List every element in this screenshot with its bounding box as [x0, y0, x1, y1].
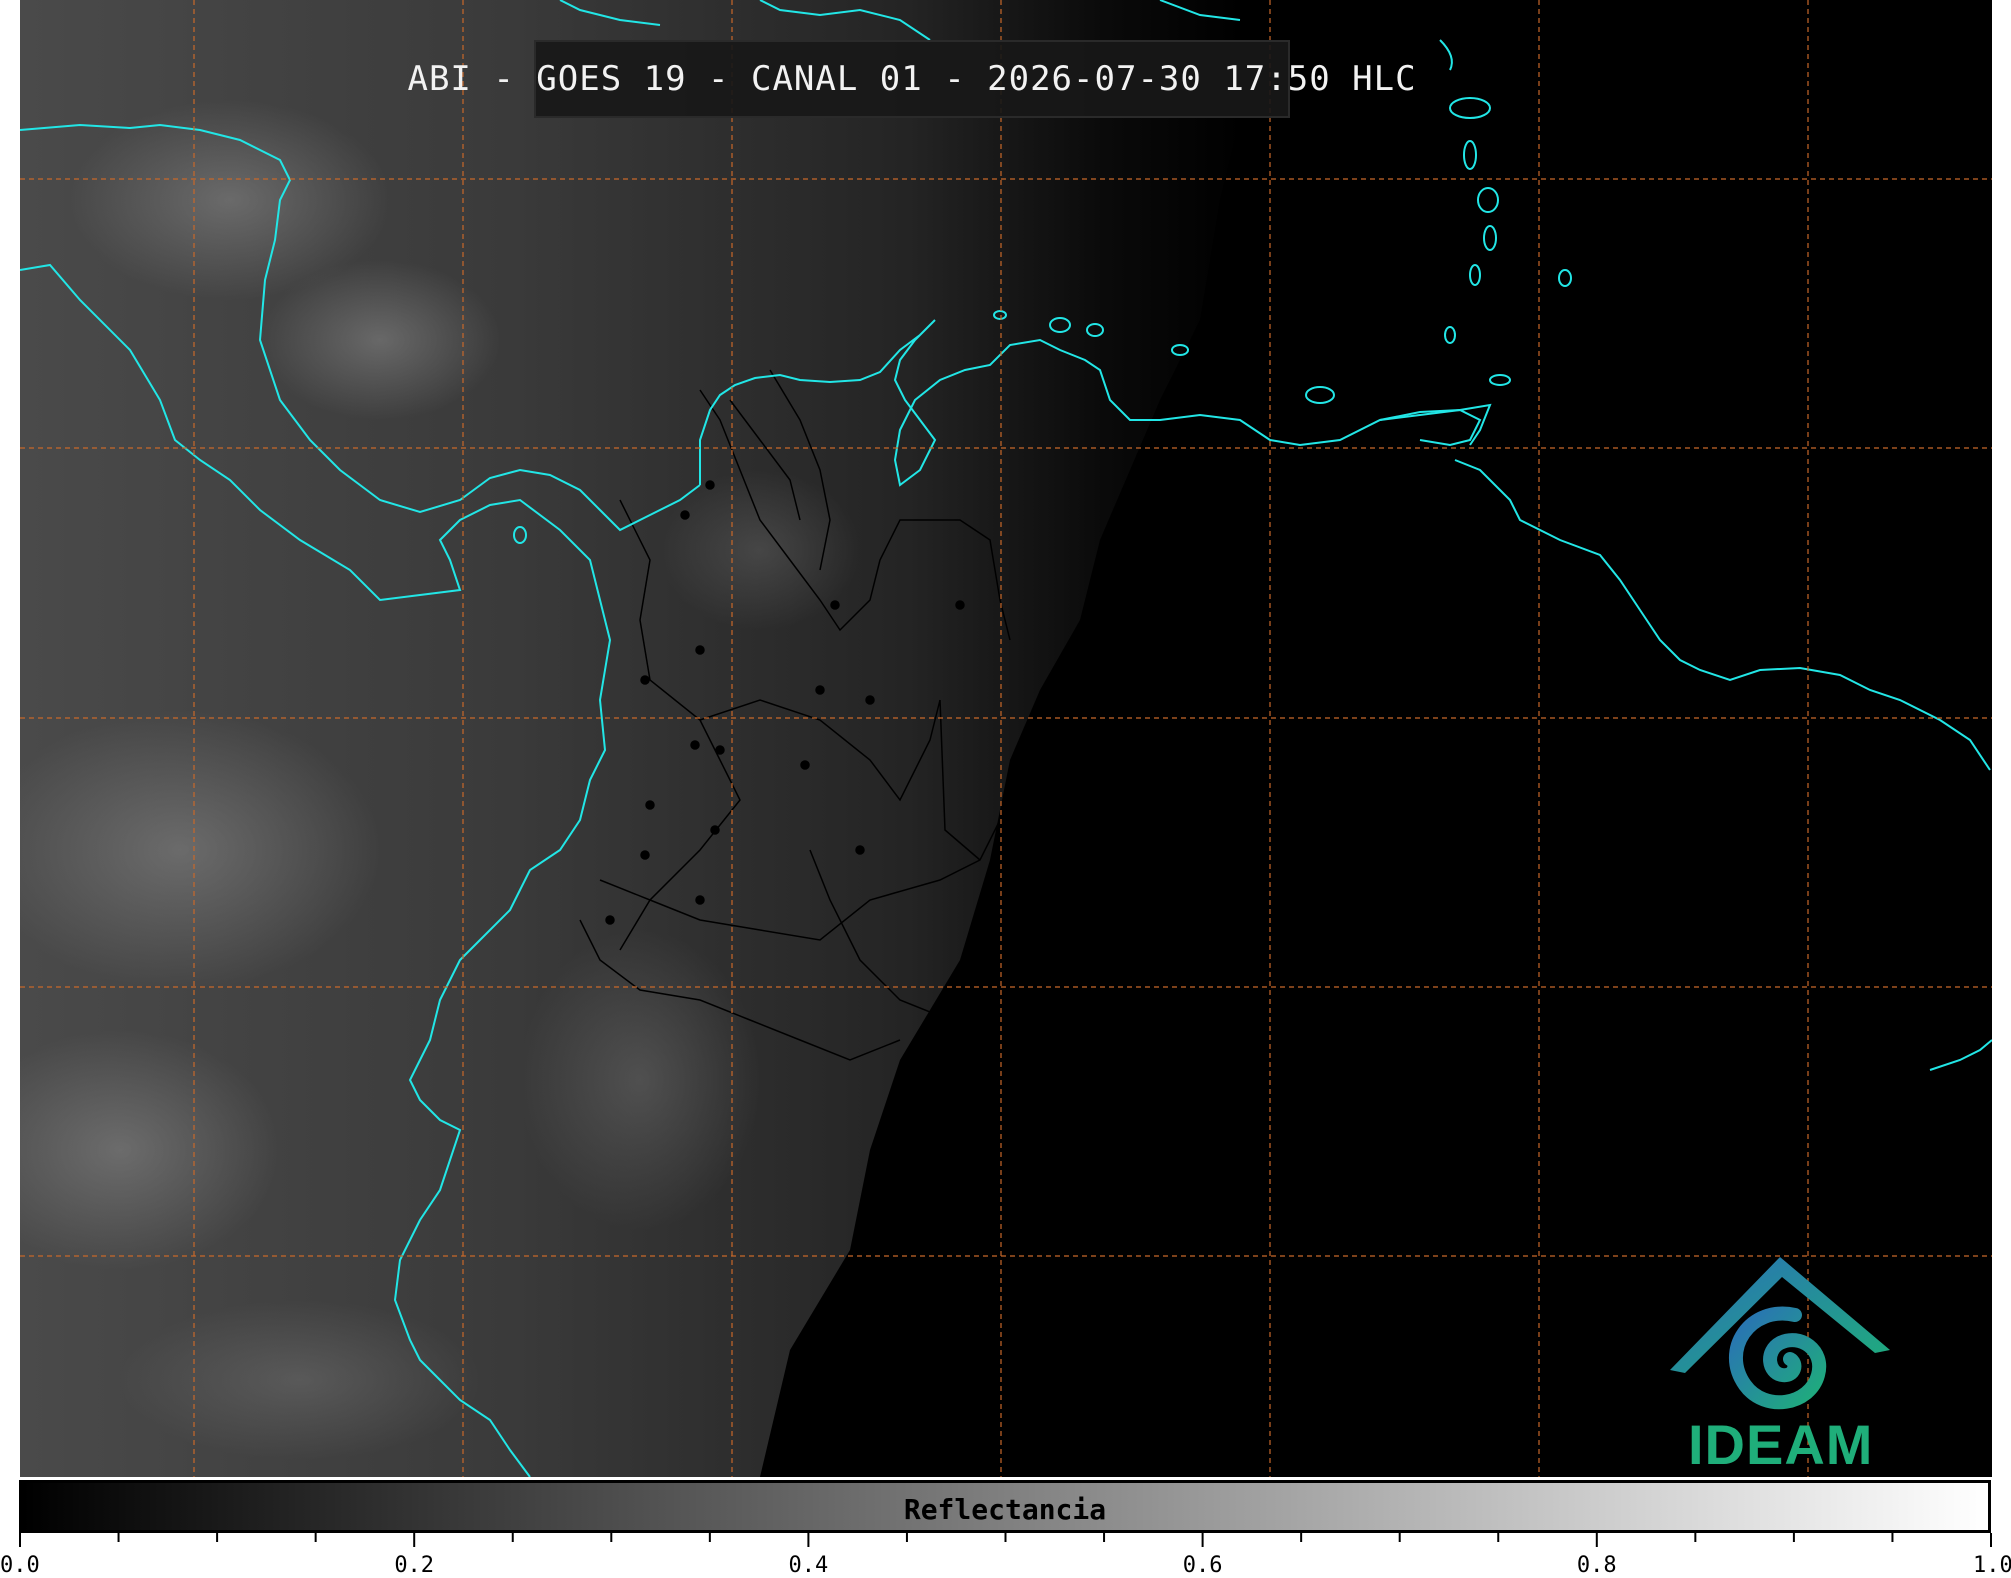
colorbar-label: Reflectancia — [903, 1493, 1107, 1526]
ideam-logo-text: IDEAM — [1688, 1413, 1874, 1476]
colorbar-tick-label: 0.8 — [1576, 1553, 1617, 1578]
colorbar-ticks — [19, 1533, 1992, 1547]
colorbar-tick-label: 0.4 — [788, 1553, 829, 1578]
colorbar-tick-label: 0.6 — [1182, 1553, 1223, 1578]
title-box: ABI - GOES 19 - CANAL 01 - 2026-07-30 17… — [407, 40, 1416, 118]
colorbar: Reflectancia — [19, 1480, 1991, 1533]
colorbar-tick-label: 1.0 — [1973, 1553, 2011, 1578]
colorbar-tick-label: 0.0 — [0, 1553, 40, 1578]
map-title: ABI - GOES 19 - CANAL 01 - 2026-07-30 17… — [407, 59, 1417, 99]
colorbar-tick-label: 0.2 — [394, 1553, 435, 1578]
